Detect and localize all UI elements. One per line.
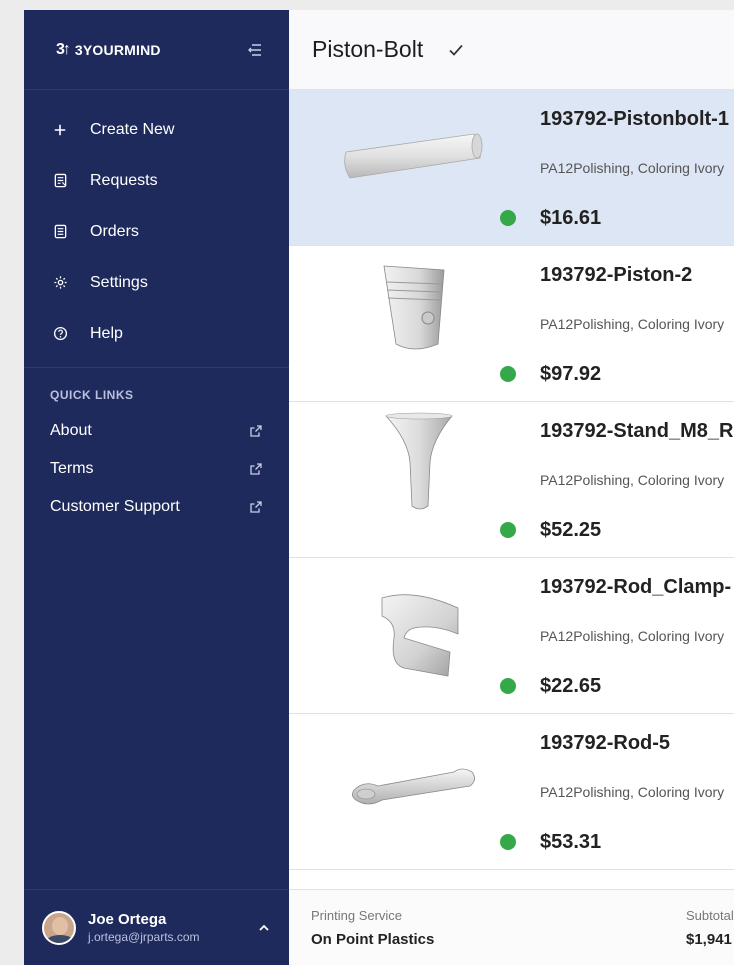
menu-item-orders[interactable]: Orders — [24, 206, 289, 257]
quick-links-title: QUICK LINKS — [50, 388, 134, 402]
part-name: 193792-Rod-5 — [540, 732, 671, 754]
requests-icon — [52, 173, 68, 189]
menu-item-requests[interactable]: Requests — [24, 155, 289, 206]
part-row[interactable]: 193792-Rod_Clamp- PA12Polishing, Colorin… — [289, 558, 734, 714]
external-link-icon — [250, 501, 262, 513]
external-link-icon — [250, 463, 262, 475]
app-window: 3↑ 3YOURMIND Create New Requests Orders … — [24, 10, 734, 965]
part-price: $97.92 — [540, 363, 602, 385]
main-panel: Piston-Bolt 193792-Pistonbolt-1 PA12Poli… — [289, 10, 734, 965]
printing-service-value[interactable]: On Point Plastics — [311, 931, 434, 948]
part-name: 193792-Rod_Clamp- — [540, 576, 732, 598]
printing-service-label: Printing Service — [311, 908, 403, 923]
menu-label: Orders — [90, 222, 139, 240]
collapse-sidebar-icon[interactable] — [247, 42, 263, 58]
menu-item-help[interactable]: Help — [24, 308, 289, 359]
status-dot — [500, 678, 516, 694]
funnel-part-thumbnail — [385, 412, 453, 510]
part-price: $52.25 — [540, 519, 602, 541]
project-title[interactable]: Piston-Bolt — [312, 36, 423, 63]
part-price: $22.65 — [540, 675, 602, 697]
part-material: PA12Polishing, Coloring Ivory — [540, 628, 725, 644]
part-name: 193792-Stand_M8_R — [540, 420, 734, 442]
piston-part-thumbnail — [383, 265, 445, 350]
orders-icon — [52, 224, 68, 240]
part-price: $16.61 — [540, 207, 602, 229]
clamp-part-thumbnail — [381, 594, 459, 677]
quick-link-customer-support[interactable]: Customer Support — [50, 488, 263, 526]
rod-part-thumbnail — [352, 768, 475, 805]
part-price: $53.31 — [540, 831, 602, 853]
external-link-icon — [250, 425, 262, 437]
quick-link-label: Terms — [50, 460, 94, 477]
project-header: Piston-Bolt — [289, 10, 734, 90]
menu-item-settings[interactable]: Settings — [24, 257, 289, 308]
subtotal-label: Subtotal — [686, 908, 734, 923]
part-material: PA12Polishing, Coloring Ivory — [540, 316, 725, 332]
part-row[interactable]: 193792-Pistonbolt-1 PA12Polishing, Color… — [289, 90, 734, 246]
quick-link-label: Customer Support — [50, 498, 180, 515]
check-icon[interactable] — [447, 41, 465, 59]
part-row[interactable]: 193792-Stand_M8_R PA12Polishing, Colorin… — [289, 402, 734, 558]
menu-label: Requests — [90, 171, 158, 189]
menu-label: Settings — [90, 273, 148, 291]
user-profile[interactable]: Joe Ortega j.ortega@jrparts.com — [24, 889, 289, 965]
status-dot — [500, 366, 516, 382]
chevron-up-icon[interactable] — [257, 921, 271, 935]
status-dot — [500, 522, 516, 538]
quick-links: QUICK LINKS About Terms Customer Support — [24, 368, 289, 526]
status-dot — [500, 210, 516, 226]
status-dot — [500, 834, 516, 850]
brand-bar: 3↑ 3YOURMIND — [24, 10, 289, 90]
logo-mark: 3↑ — [56, 40, 71, 58]
user-info: Joe Ortega j.ortega@jrparts.com — [88, 911, 257, 944]
main-menu: Create New Requests Orders Settings Help — [24, 90, 289, 368]
quick-link-about[interactable]: About — [50, 412, 263, 450]
logo[interactable]: 3↑ 3YOURMIND — [56, 41, 161, 59]
part-row[interactable]: 193792-Rod-5 PA12Polishing, Coloring Ivo… — [289, 714, 734, 870]
parts-list: 193792-Pistonbolt-1 PA12Polishing, Color… — [289, 90, 734, 870]
part-name: 193792-Pistonbolt-1 — [540, 108, 729, 130]
menu-item-create-new[interactable]: Create New — [24, 104, 289, 155]
part-row[interactable]: 193792-Piston-2 PA12Polishing, Coloring … — [289, 246, 734, 402]
subtotal-value: $1,941 — [686, 931, 732, 948]
cylinder-part-thumbnail — [344, 133, 483, 179]
quick-link-label: About — [50, 422, 92, 439]
avatar — [42, 910, 76, 945]
user-name: Joe Ortega — [88, 911, 167, 928]
logo-text: 3YOURMIND — [74, 41, 161, 58]
part-material: PA12Polishing, Coloring Ivory — [540, 472, 725, 488]
part-material: PA12Polishing, Coloring Ivory — [540, 160, 725, 176]
part-material: PA12Polishing, Coloring Ivory — [540, 784, 725, 800]
help-icon — [52, 326, 68, 342]
menu-label: Create New — [90, 120, 175, 138]
menu-label: Help — [90, 324, 123, 342]
plus-icon — [52, 122, 68, 138]
part-name: 193792-Piston-2 — [540, 264, 693, 286]
gear-icon — [52, 275, 68, 291]
user-email: j.ortega@jrparts.com — [88, 930, 200, 944]
order-summary-footer: Printing Service On Point Plastics Subto… — [289, 889, 734, 965]
sidebar: 3↑ 3YOURMIND Create New Requests Orders … — [24, 10, 289, 965]
quick-link-terms[interactable]: Terms — [50, 450, 263, 488]
